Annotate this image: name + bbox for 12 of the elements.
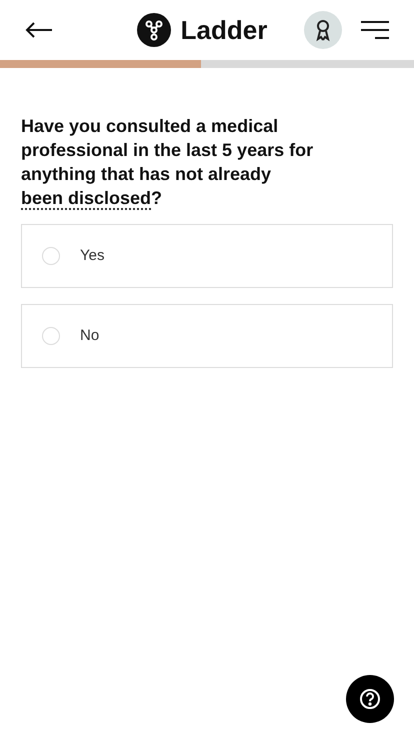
help-icon [359,688,381,710]
menu-icon [361,20,389,40]
logo-icon [136,13,171,47]
answer-option[interactable]: Yes [21,224,393,288]
ribbon-award-icon [314,18,332,42]
rewards-button[interactable] [304,11,342,49]
question-text: Have you consulted a medical professional in the last 5 years for anything that has not already been disclosed? [21,115,314,210]
help-button[interactable] [346,675,394,723]
answer-option[interactable]: No [21,304,393,368]
back-arrow-icon [25,22,53,38]
glossary-link[interactable]: been disclosed [21,188,152,210]
brand-name: Ladder [180,14,268,46]
